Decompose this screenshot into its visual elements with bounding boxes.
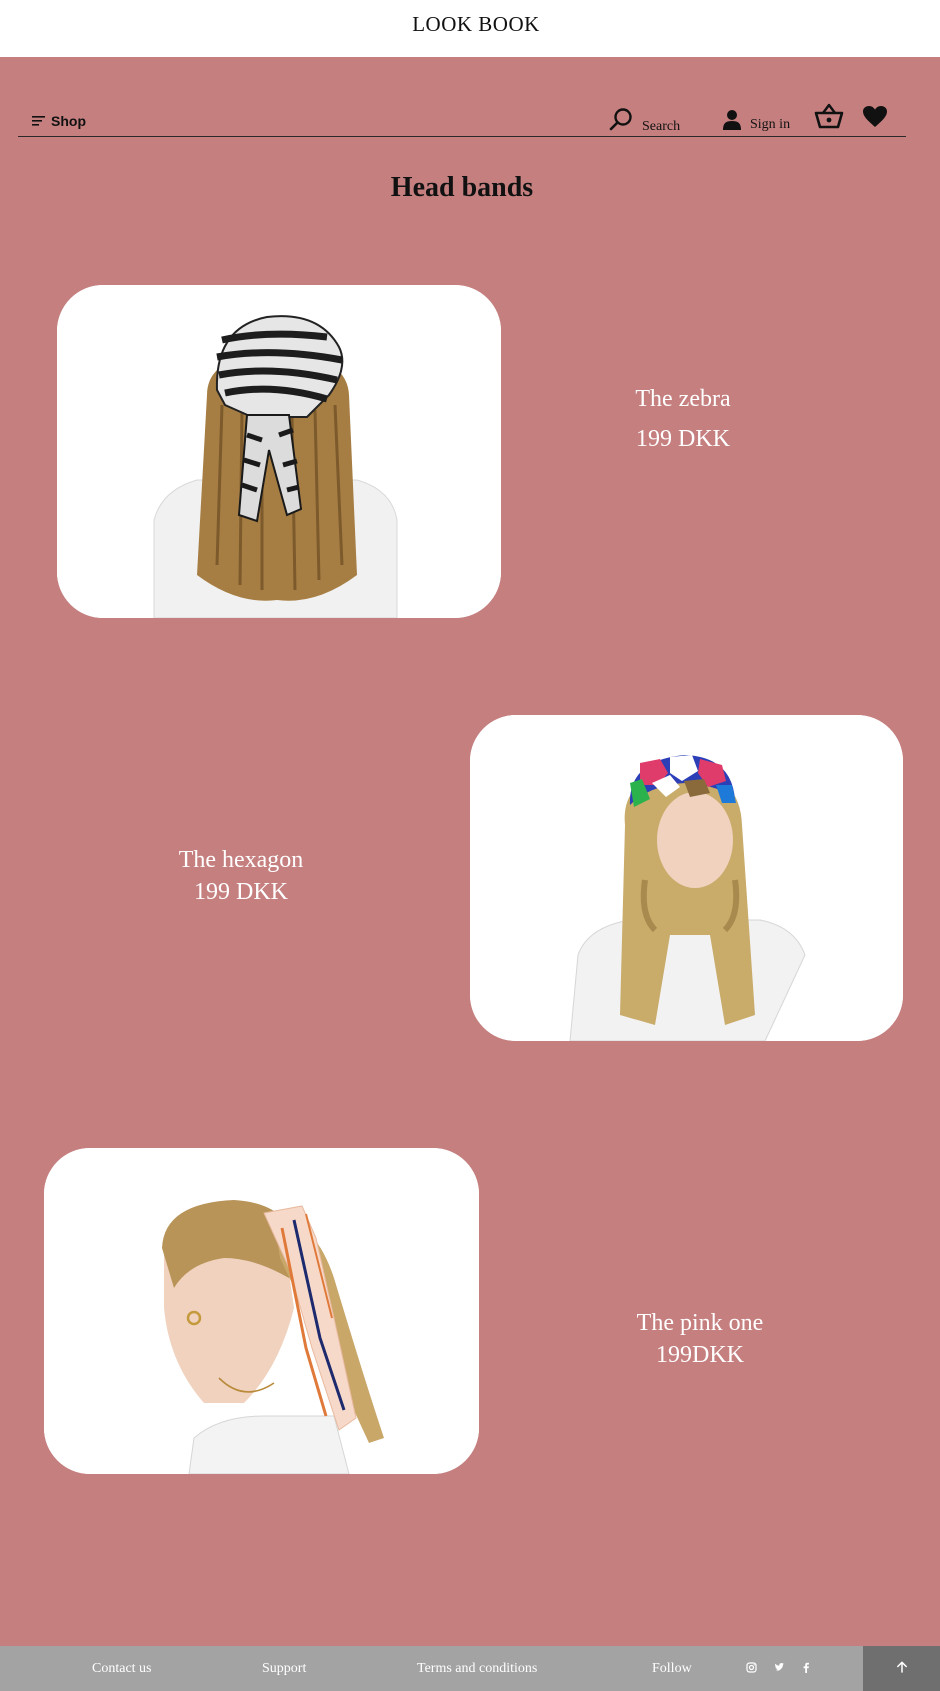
top-navigation: Shop Search Sign in xyxy=(18,97,906,137)
product-name[interactable]: The zebra xyxy=(583,384,783,416)
shop-menu-button[interactable]: Shop xyxy=(32,113,86,129)
page-title: Head bands xyxy=(390,172,534,203)
twitter-icon[interactable] xyxy=(774,1660,785,1678)
footer: Contact us Support Terms and conditions … xyxy=(0,1646,940,1691)
instagram-icon[interactable] xyxy=(746,1660,757,1678)
brand-bar: LOOK BOOK xyxy=(0,0,940,57)
menu-icon xyxy=(32,113,45,129)
product-info-zebra: The zebra 199 DKK xyxy=(583,384,783,455)
product-price: 199 DKK xyxy=(194,878,288,905)
follow-label: Follow xyxy=(652,1661,692,1676)
facebook-icon[interactable] xyxy=(802,1660,810,1678)
user-icon xyxy=(722,109,742,136)
product-info-pink-one: The pink one 199DKK xyxy=(600,1308,800,1371)
hexagon-headband-photo xyxy=(470,715,903,1041)
wishlist-button[interactable] xyxy=(862,105,888,133)
product-image-zebra[interactable] xyxy=(57,285,501,618)
contact-us-link[interactable]: Contact us xyxy=(92,1661,152,1677)
heart-icon xyxy=(862,105,888,133)
basket-icon xyxy=(814,103,844,134)
search-button[interactable]: Search xyxy=(608,107,680,138)
search-icon xyxy=(608,107,634,138)
search-label: Search xyxy=(642,118,681,134)
brand-logo[interactable]: LOOK BOOK xyxy=(0,12,940,37)
product-image-pink-one[interactable] xyxy=(44,1148,479,1474)
product-price: 199DKK xyxy=(656,1341,744,1368)
sign-in-label: Sign in xyxy=(750,116,791,132)
product-info-hexagon: The hexagon 199 DKK xyxy=(141,845,341,908)
product-name[interactable]: The pink one xyxy=(600,1308,800,1340)
pink-headband-photo xyxy=(44,1148,479,1474)
product-price: 199 DKK xyxy=(636,425,730,452)
product-name[interactable]: The hexagon xyxy=(141,845,341,877)
main-content: Shop Search Sign in Head bands The zebra… xyxy=(0,57,940,1646)
basket-button[interactable] xyxy=(814,103,844,134)
terms-link[interactable]: Terms and conditions xyxy=(417,1661,537,1677)
zebra-headband-photo xyxy=(57,285,501,618)
shop-label: Shop xyxy=(51,113,86,129)
product-image-hexagon[interactable] xyxy=(470,715,903,1041)
support-link[interactable]: Support xyxy=(262,1661,306,1677)
arrow-up-icon xyxy=(896,1660,908,1678)
sign-in-button[interactable]: Sign in xyxy=(722,109,790,136)
back-to-top-button[interactable] xyxy=(863,1646,940,1691)
